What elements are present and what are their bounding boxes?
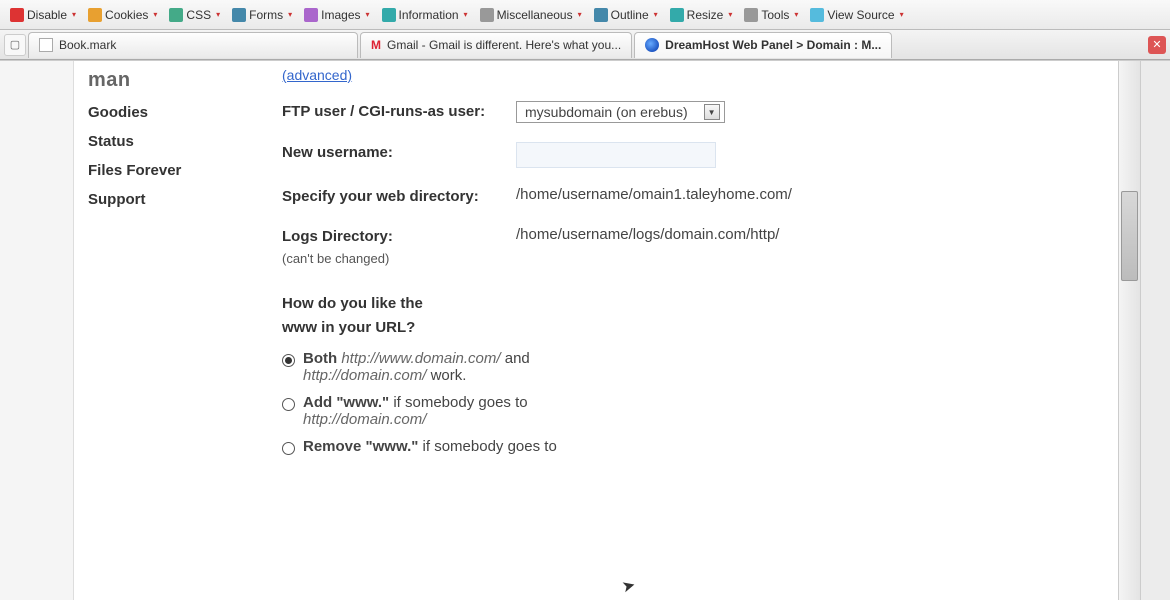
- toolbar-view-source[interactable]: View Source▾: [806, 6, 907, 24]
- gmail-favicon-icon: M: [371, 38, 381, 52]
- cookies-icon: [88, 8, 102, 22]
- row-web-directory: Specify your web directory: /home/userna…: [282, 186, 1098, 209]
- www-question-label: How do you like the www in your URL?: [282, 292, 492, 340]
- close-tab-button[interactable]: ✕: [1148, 36, 1166, 54]
- content-area: man Goodies Status Files Forever Support…: [0, 60, 1170, 600]
- css-icon: [169, 8, 183, 22]
- www-option-add[interactable]: Add "www." if somebody goes to http://do…: [282, 394, 1098, 428]
- logs-directory-sublabel: (can't be changed): [282, 249, 492, 269]
- tools-icon: [744, 8, 758, 22]
- sidebar-item-status[interactable]: Status: [88, 127, 242, 156]
- toolbar-disable[interactable]: Disable▾: [6, 6, 80, 24]
- tab-gmail[interactable]: M Gmail - Gmail is different. Here's wha…: [360, 32, 632, 58]
- web-directory-label: Specify your web directory:: [282, 186, 492, 209]
- information-icon: [382, 8, 396, 22]
- radio-label: Both http://www.domain.com/ and http://d…: [303, 350, 530, 384]
- misc-icon: [480, 8, 494, 22]
- ftp-user-label: FTP user / CGI-runs-as user:: [282, 101, 492, 124]
- resize-icon: [670, 8, 684, 22]
- toolbar-cookies[interactable]: Cookies▾: [84, 6, 161, 24]
- chevron-down-icon: ▼: [704, 104, 720, 120]
- row-ftp-user: FTP user / CGI-runs-as user: mysubdomain…: [282, 101, 1098, 124]
- new-username-input[interactable]: [516, 142, 716, 168]
- radio-icon: [282, 442, 295, 455]
- dreamhost-favicon-icon: [645, 38, 659, 52]
- forms-icon: [232, 8, 246, 22]
- row-logs-directory: Logs Directory: (can't be changed) /home…: [282, 226, 1098, 268]
- radio-label: Remove "www." if somebody goes to: [303, 438, 557, 455]
- logs-directory-value: /home/username/logs/domain.com/http/: [516, 226, 1098, 268]
- tab-label: DreamHost Web Panel > Domain : M...: [665, 38, 881, 52]
- www-option-remove[interactable]: Remove "www." if somebody goes to: [282, 438, 1098, 455]
- new-tab-button[interactable]: ▢: [4, 34, 26, 56]
- outline-icon: [594, 8, 608, 22]
- cursor-icon: ➤: [620, 575, 638, 598]
- tab-label: Book.mark: [59, 38, 116, 52]
- radio-icon: [282, 354, 295, 367]
- toolbar-images[interactable]: Images▾: [300, 6, 373, 24]
- disable-icon: [10, 8, 24, 22]
- sidebar-item-support[interactable]: Support: [88, 185, 242, 214]
- sidebar-brand: man: [88, 69, 242, 92]
- tab-bookmark[interactable]: Book.mark: [28, 32, 358, 58]
- toolbar-information[interactable]: Information▾: [378, 6, 472, 24]
- left-gutter: [0, 61, 74, 600]
- toolbar-resize[interactable]: Resize▾: [666, 6, 737, 24]
- developer-toolbar: Disable▾ Cookies▾ CSS▾ Forms▾ Images▾ In…: [0, 0, 1170, 30]
- toolbar-forms[interactable]: Forms▾: [228, 6, 296, 24]
- toolbar-tools[interactable]: Tools▾: [740, 6, 802, 24]
- tab-label: Gmail - Gmail is different. Here's what …: [387, 38, 621, 52]
- www-option-both[interactable]: Both http://www.domain.com/ and http://d…: [282, 350, 1098, 384]
- toolbar-css[interactable]: CSS▾: [165, 6, 224, 24]
- right-gutter: [1140, 61, 1170, 600]
- row-new-username: New username:: [282, 142, 1098, 168]
- sidebar: man Goodies Status Files Forever Support: [74, 61, 242, 600]
- scrollbar-thumb[interactable]: [1121, 191, 1138, 281]
- sidebar-item-goodies[interactable]: Goodies: [88, 98, 242, 127]
- new-username-label: New username:: [282, 142, 492, 168]
- source-icon: [810, 8, 824, 22]
- web-directory-value: /home/username/omain1.taleyhome.com/: [516, 186, 1098, 209]
- tab-bar: ▢ Book.mark M Gmail - Gmail is different…: [0, 30, 1170, 60]
- sidebar-item-files-forever[interactable]: Files Forever: [88, 156, 242, 185]
- radio-label: Add "www." if somebody goes to http://do…: [303, 394, 528, 428]
- www-preference-block: How do you like the www in your URL? Bot…: [282, 292, 1098, 455]
- radio-icon: [282, 398, 295, 411]
- tab-dreamhost[interactable]: DreamHost Web Panel > Domain : M...: [634, 32, 892, 58]
- advanced-link[interactable]: (advanced): [282, 67, 352, 83]
- main-panel: (advanced) FTP user / CGI-runs-as user: …: [242, 61, 1118, 600]
- ftp-user-select[interactable]: mysubdomain (on erebus) ▼: [516, 101, 725, 123]
- logs-directory-label: Logs Directory: (can't be changed): [282, 226, 492, 268]
- select-value: mysubdomain (on erebus): [525, 104, 688, 120]
- scrollbar[interactable]: [1118, 61, 1140, 600]
- toolbar-outline[interactable]: Outline▾: [590, 6, 662, 24]
- images-icon: [304, 8, 318, 22]
- toolbar-misc[interactable]: Miscellaneous▾: [476, 6, 586, 24]
- blank-favicon-icon: [39, 38, 53, 52]
